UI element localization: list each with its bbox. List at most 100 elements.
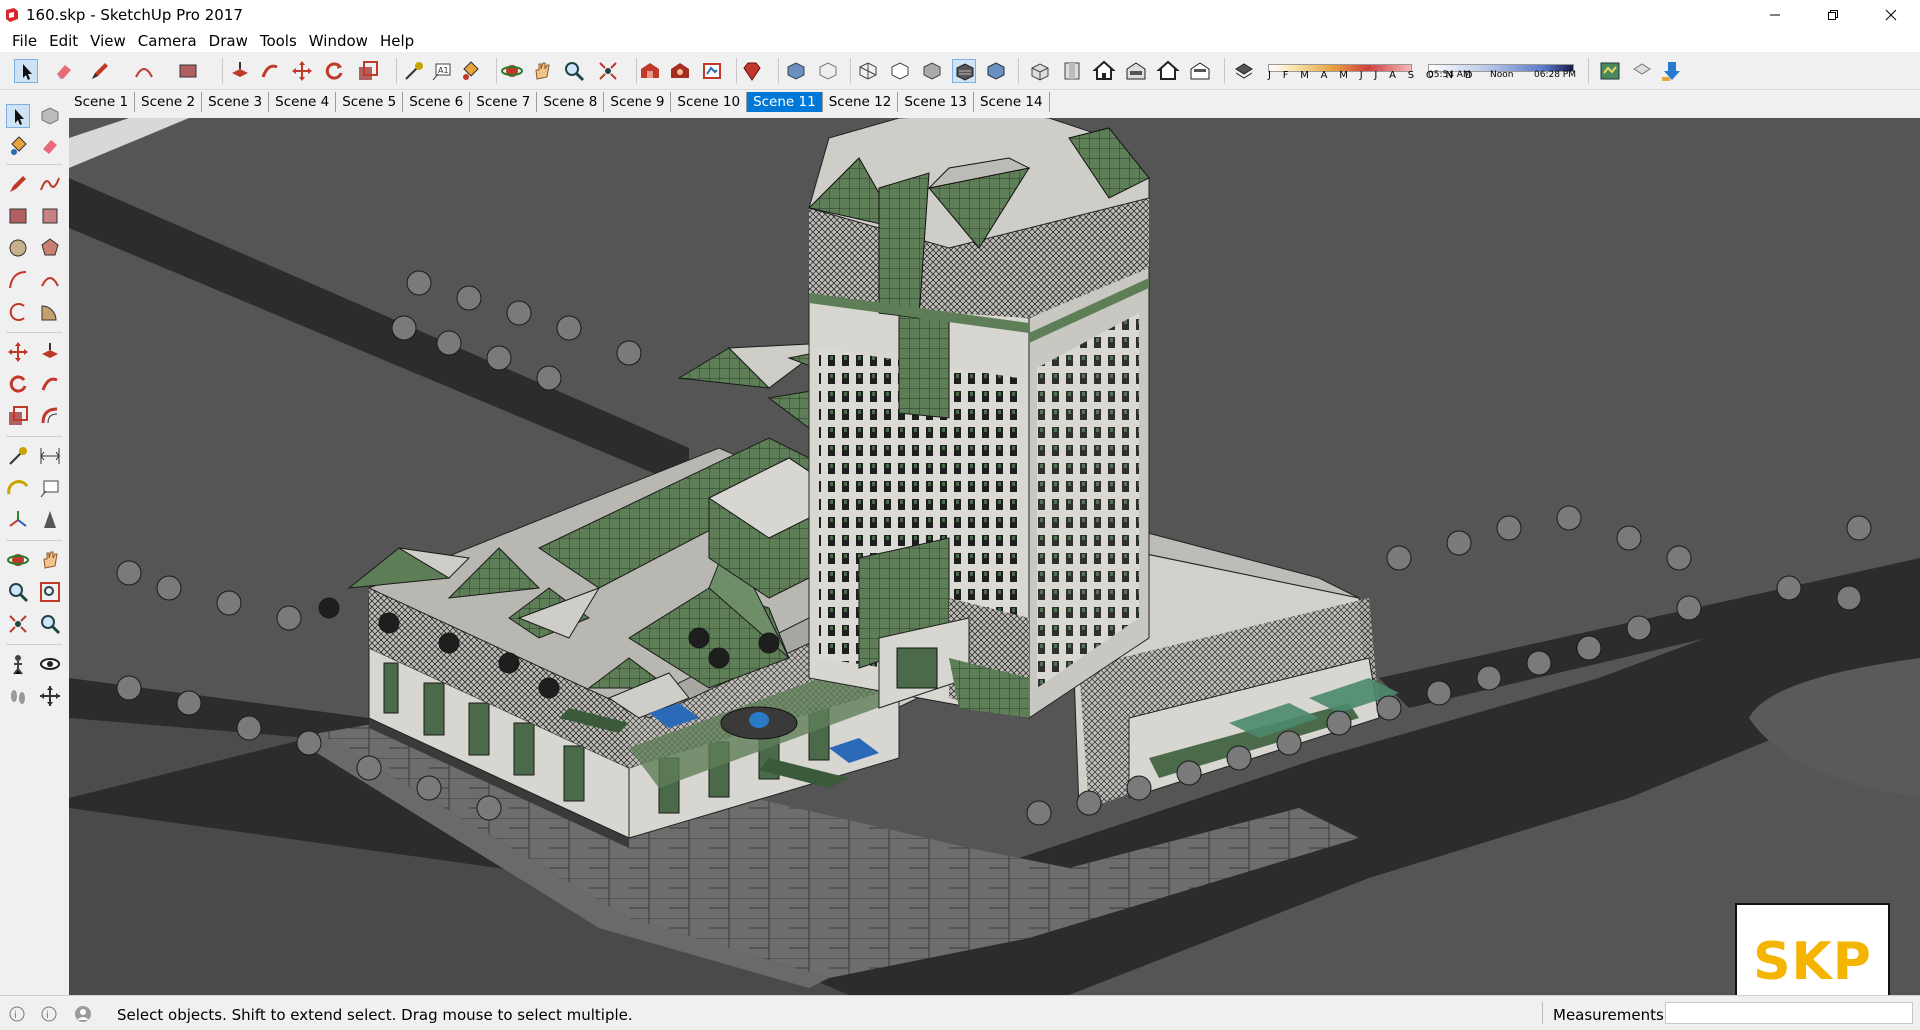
tab-scene-4[interactable]: Scene 4 <box>269 92 337 112</box>
move-icon[interactable] <box>290 59 314 83</box>
orbit-icon[interactable] <box>6 548 30 572</box>
orbit-icon[interactable] <box>500 59 524 83</box>
arc-icon[interactable] <box>6 268 30 292</box>
pan-icon[interactable] <box>38 548 62 572</box>
menu-tools[interactable]: Tools <box>254 32 303 50</box>
xray-icon[interactable] <box>784 59 808 83</box>
look-around-icon[interactable] <box>38 652 62 676</box>
push-pull-icon[interactable] <box>228 59 252 83</box>
credits-icon[interactable]: i <box>40 1005 58 1023</box>
pencil-icon[interactable] <box>88 59 112 83</box>
tab-scene-5[interactable]: Scene 5 <box>336 92 404 112</box>
eraser-icon[interactable] <box>52 59 76 83</box>
select-icon[interactable] <box>14 59 38 83</box>
text-icon[interactable]: A1 <box>430 59 454 83</box>
tab-scene-1[interactable]: Scene 1 <box>68 92 136 112</box>
shadows-icon[interactable] <box>1232 59 1256 83</box>
zoom-extents-icon[interactable] <box>6 612 30 636</box>
make-component-icon[interactable] <box>38 104 62 128</box>
rotate-icon[interactable] <box>6 372 30 396</box>
circle-icon[interactable] <box>6 236 30 260</box>
shaded-texture-icon[interactable] <box>952 59 976 83</box>
zoom-icon[interactable] <box>562 59 586 83</box>
dimension-icon[interactable] <box>38 444 62 468</box>
tab-scene-12[interactable]: Scene 12 <box>823 92 899 112</box>
add-location-icon[interactable] <box>1630 59 1654 83</box>
menu-edit[interactable]: Edit <box>43 32 84 50</box>
scale-icon[interactable] <box>6 404 30 428</box>
rotated-rectangle-icon[interactable] <box>38 204 62 228</box>
hidden-line-icon[interactable] <box>888 59 912 83</box>
tab-scene-6[interactable]: Scene 6 <box>403 92 471 112</box>
shaded-icon[interactable] <box>920 59 944 83</box>
tab-scene-11[interactable]: Scene 11 <box>747 92 823 112</box>
tab-scene-13[interactable]: Scene 13 <box>898 92 974 112</box>
back-edges-icon[interactable] <box>816 59 840 83</box>
text-icon[interactable] <box>38 476 62 500</box>
extension-warehouse-icon[interactable] <box>668 59 692 83</box>
top-view-icon[interactable] <box>1060 59 1084 83</box>
geo-location-icon[interactable] <box>1598 59 1622 83</box>
three-point-arc-icon[interactable] <box>6 300 30 324</box>
right-view-icon[interactable] <box>1124 59 1148 83</box>
layout-icon[interactable] <box>700 59 724 83</box>
offset-icon[interactable] <box>38 404 62 428</box>
rectangle-icon[interactable] <box>176 59 200 83</box>
user-account-icon[interactable] <box>74 1005 92 1023</box>
menu-camera[interactable]: Camera <box>132 32 203 50</box>
zoom-extents-icon[interactable] <box>596 59 620 83</box>
tape-measure-icon[interactable] <box>402 59 426 83</box>
position-camera-icon[interactable] <box>6 652 30 676</box>
tab-scene-7[interactable]: Scene 7 <box>470 92 538 112</box>
warehouse-icon[interactable] <box>638 59 662 83</box>
arc-icon[interactable] <box>132 59 156 83</box>
scale-icon[interactable] <box>356 59 380 83</box>
previous-view-icon[interactable] <box>38 612 62 636</box>
two-point-arc-icon[interactable] <box>38 268 62 292</box>
zoom-icon[interactable] <box>6 580 30 604</box>
monochrome-icon[interactable] <box>984 59 1008 83</box>
menu-draw[interactable]: Draw <box>203 32 254 50</box>
polygon-icon[interactable] <box>38 236 62 260</box>
move-icon[interactable] <box>6 340 30 364</box>
line-icon[interactable] <box>6 172 30 196</box>
push-pull-icon[interactable] <box>38 340 62 364</box>
tape-measure-icon[interactable] <box>6 444 30 468</box>
section-plane-icon[interactable] <box>38 684 62 708</box>
zoom-window-icon[interactable] <box>38 580 62 604</box>
photo-texture-icon[interactable] <box>1660 59 1684 83</box>
paint-bucket-icon[interactable] <box>6 134 30 158</box>
pie-icon[interactable] <box>38 300 62 324</box>
tab-scene-10[interactable]: Scene 10 <box>671 92 748 112</box>
follow-me-icon[interactable] <box>258 59 282 83</box>
geo-location-status-icon[interactable]: i <box>8 1005 26 1023</box>
tab-scene-9[interactable]: Scene 9 <box>604 92 672 112</box>
minimize-button[interactable] <box>1746 0 1804 30</box>
follow-me-icon[interactable] <box>38 372 62 396</box>
menu-window[interactable]: Window <box>303 32 374 50</box>
menu-file[interactable]: File <box>6 32 43 50</box>
measurements-input[interactable] <box>1665 1002 1913 1024</box>
wireframe-icon[interactable] <box>856 59 880 83</box>
tab-scene-8[interactable]: Scene 8 <box>537 92 605 112</box>
protractor-icon[interactable] <box>6 476 30 500</box>
tab-scene-3[interactable]: Scene 3 <box>202 92 270 112</box>
axes-icon[interactable] <box>6 508 30 532</box>
eraser-icon[interactable] <box>38 134 62 158</box>
select-icon[interactable] <box>6 104 30 128</box>
freehand-icon[interactable] <box>38 172 62 196</box>
ruby-icon[interactable] <box>740 59 764 83</box>
iso-view-icon[interactable] <box>1028 59 1052 83</box>
walk-icon[interactable] <box>6 684 30 708</box>
paint-bucket-icon[interactable] <box>458 59 482 83</box>
front-view-icon[interactable] <box>1092 59 1116 83</box>
left-view-icon[interactable] <box>1188 59 1212 83</box>
rectangle-icon[interactable] <box>6 204 30 228</box>
tab-scene-2[interactable]: Scene 2 <box>135 92 203 112</box>
pan-icon[interactable] <box>530 59 554 83</box>
back-view-icon[interactable] <box>1156 59 1180 83</box>
restore-button[interactable] <box>1804 0 1862 30</box>
menu-view[interactable]: View <box>84 32 132 50</box>
tab-scene-14[interactable]: Scene 14 <box>974 92 1050 112</box>
drawing-viewport[interactable]: SKP <box>69 118 1920 995</box>
